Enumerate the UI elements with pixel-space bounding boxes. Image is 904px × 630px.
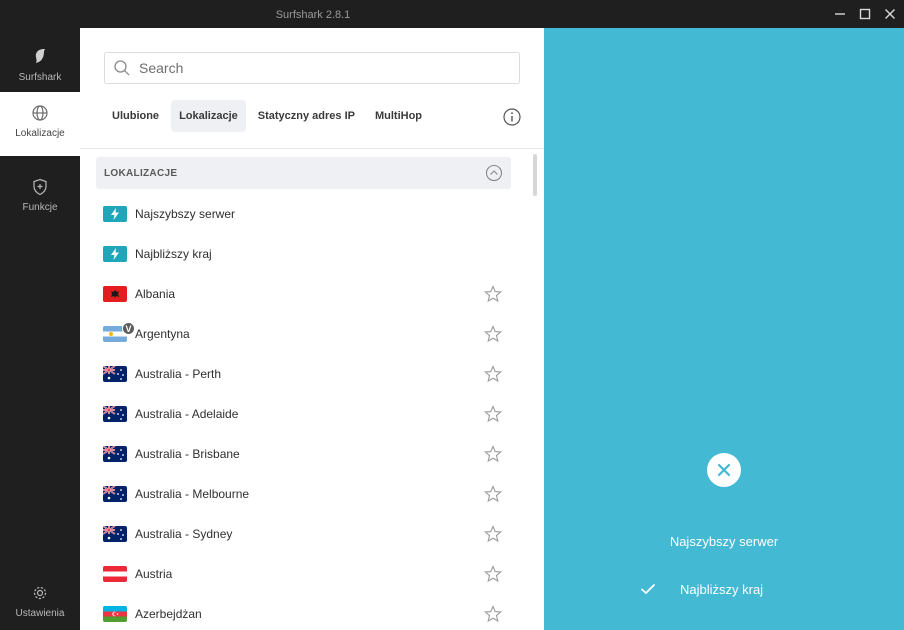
list-item[interactable]: Najbliższy kraj — [96, 234, 511, 274]
location-name: Argentyna — [135, 327, 190, 341]
list-item[interactable]: Australia - Melbourne — [96, 474, 511, 514]
info-icon — [503, 108, 521, 126]
star-icon[interactable] — [484, 565, 502, 583]
virtual-location-badge: V — [122, 322, 135, 335]
search-box[interactable] — [104, 52, 520, 84]
lightning-icon — [103, 246, 127, 262]
section-title: LOKALIZACJE — [104, 167, 178, 179]
maximize-button[interactable] — [855, 4, 875, 24]
star-icon[interactable] — [484, 405, 502, 423]
search-input[interactable] — [139, 60, 499, 76]
collapse-icon[interactable] — [485, 164, 503, 182]
quick-connect-panel: Najszybszy serwer Najbliższy kraj — [544, 28, 904, 630]
star-icon[interactable] — [484, 485, 502, 503]
window-title: Surfshark 2.8.1 — [275, 9, 351, 21]
australia-flag-icon — [103, 366, 127, 382]
tab-bar: Ulubione Lokalizacje Statyczny adres IP … — [104, 100, 434, 132]
option-label: Najbliższy kraj — [680, 581, 764, 597]
australia-flag-icon — [103, 486, 127, 502]
maximize-icon — [859, 8, 871, 20]
australia-flag-icon — [103, 406, 127, 422]
sidebar-item-label: Surfshark — [18, 72, 62, 83]
tab-static-ip[interactable]: Statyczny adres IP — [250, 100, 363, 132]
info-button[interactable] — [502, 107, 522, 127]
list-item[interactable]: Australia - Perth — [96, 354, 511, 394]
list-item[interactable]: Australia - Brisbane — [96, 434, 511, 474]
sidebar: Surfshark Lokalizacje Funkcje Ustawienia — [0, 28, 80, 630]
star-icon[interactable] — [484, 605, 502, 623]
star-icon[interactable] — [484, 365, 502, 383]
minimize-icon — [835, 13, 845, 15]
surfshark-logo-icon — [35, 49, 45, 63]
location-name: Austria — [135, 567, 173, 581]
divider — [80, 148, 544, 149]
azerbaijan-flag-icon — [103, 606, 127, 622]
close-menu-button[interactable] — [707, 453, 741, 487]
gear-icon — [33, 586, 47, 600]
list-item[interactable]: Azerbejdżan — [96, 594, 511, 630]
sidebar-item-label: Ustawienia — [15, 608, 65, 619]
list-item[interactable]: Albania — [96, 274, 511, 314]
list-item[interactable]: Australia - Sydney — [96, 514, 511, 554]
location-name: Australia - Adelaide — [135, 407, 239, 421]
globe-icon — [32, 105, 48, 121]
location-name: Albania — [135, 287, 176, 301]
sidebar-item-locations[interactable]: Lokalizacje — [0, 92, 80, 156]
star-icon[interactable] — [484, 285, 502, 303]
sidebar-item-label: Lokalizacje — [15, 128, 65, 139]
sidebar-item-surfshark[interactable]: Surfshark — [0, 34, 80, 98]
sidebar-item-label: Funkcje — [22, 202, 58, 213]
locations-list: Najszybszy serwer Najbliższy kraj Albani… — [96, 194, 511, 630]
search-icon — [114, 60, 130, 76]
checkmark-icon — [641, 584, 655, 594]
star-icon[interactable] — [484, 325, 502, 343]
location-name: Azerbejdżan — [135, 607, 202, 621]
minimize-button[interactable] — [830, 4, 850, 24]
list-item[interactable]: Austria — [96, 554, 511, 594]
list-item[interactable]: Najszybszy serwer — [96, 194, 511, 234]
sidebar-item-features[interactable]: Funkcje — [0, 166, 80, 230]
star-icon[interactable] — [484, 525, 502, 543]
star-icon[interactable] — [484, 445, 502, 463]
location-name: Najbliższy kraj — [135, 247, 212, 261]
scrollbar[interactable] — [533, 154, 537, 196]
list-item[interactable]: V Argentyna — [96, 314, 511, 354]
australia-flag-icon — [103, 446, 127, 462]
location-name: Najszybszy serwer — [135, 207, 236, 221]
close-icon — [885, 9, 895, 19]
title-bar: Surfshark 2.8.1 — [0, 0, 904, 28]
close-window-button[interactable] — [880, 4, 900, 24]
lightning-icon — [103, 206, 127, 222]
close-icon — [717, 463, 731, 477]
argentina-flag-icon: V — [103, 322, 135, 342]
locations-panel: Ulubione Lokalizacje Statyczny adres IP … — [80, 28, 544, 630]
location-name: Australia - Brisbane — [135, 447, 240, 461]
australia-flag-icon — [103, 526, 127, 542]
tab-locations[interactable]: Lokalizacje — [171, 100, 246, 132]
locations-section-header[interactable]: LOKALIZACJE — [96, 157, 511, 189]
tab-favorites[interactable]: Ulubione — [104, 100, 167, 132]
albania-flag-icon — [103, 286, 127, 302]
option-nearest-country[interactable]: Najbliższy kraj — [640, 581, 763, 597]
shield-plus-icon — [33, 178, 47, 196]
sidebar-item-settings[interactable]: Ustawienia — [0, 572, 80, 630]
location-name: Australia - Melbourne — [135, 487, 250, 501]
option-fastest-server[interactable]: Najszybszy serwer — [544, 534, 904, 549]
location-name: Australia - Perth — [135, 367, 222, 381]
location-name: Australia - Sydney — [135, 527, 233, 541]
list-item[interactable]: Australia - Adelaide — [96, 394, 511, 434]
austria-flag-icon — [103, 566, 127, 582]
tab-multihop[interactable]: MultiHop — [367, 100, 430, 132]
